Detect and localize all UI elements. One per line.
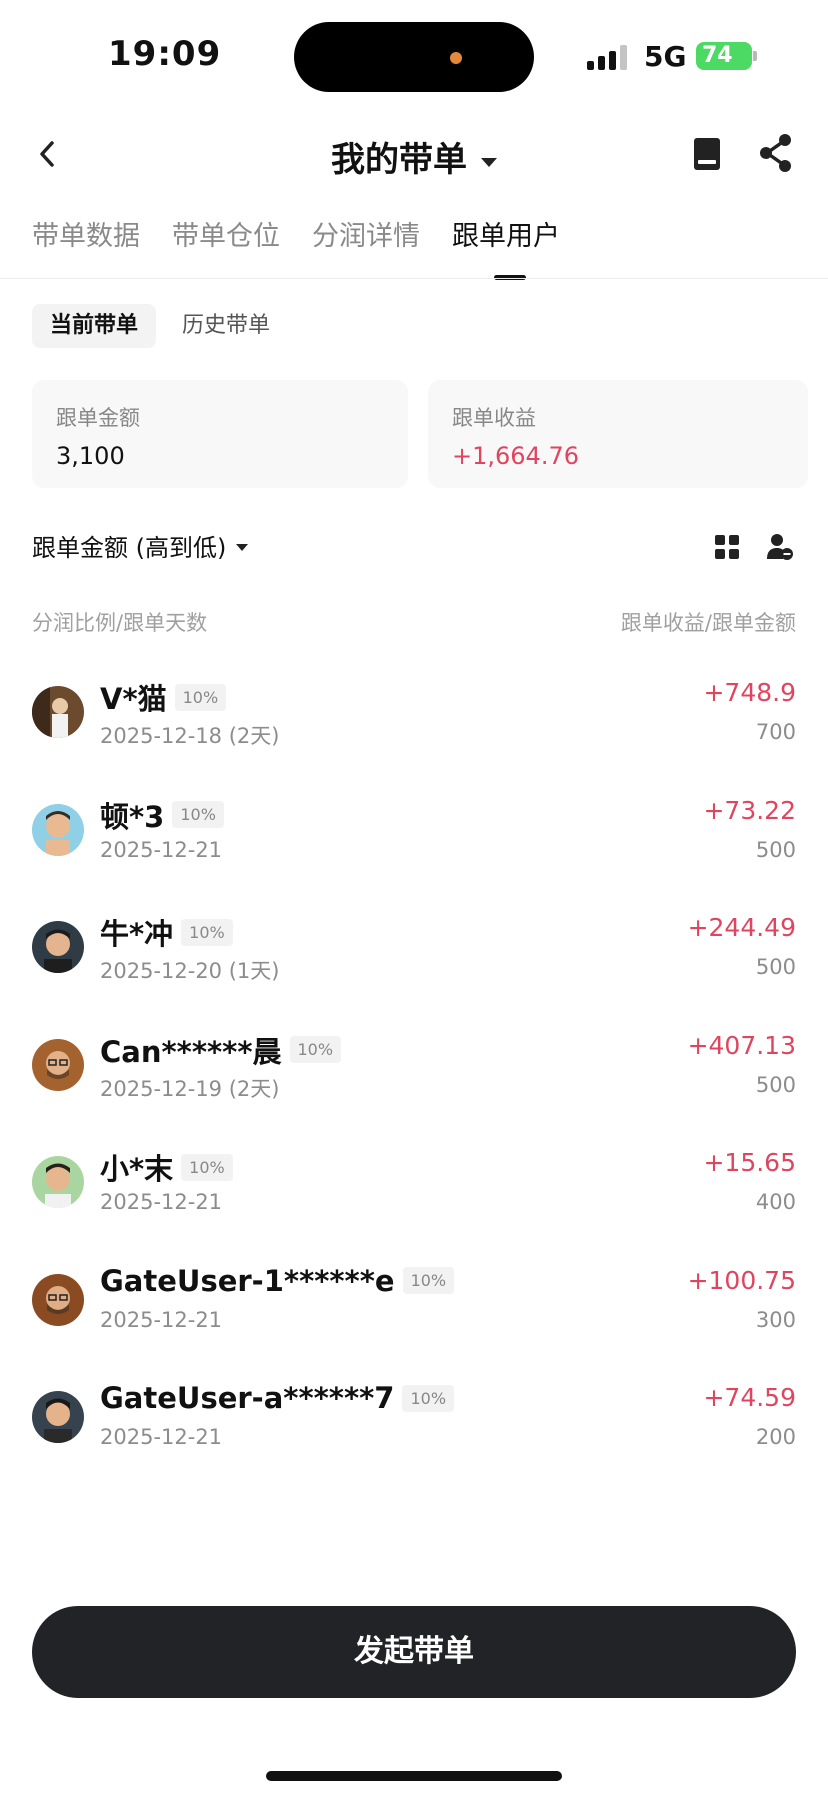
list-header-left: 分润比例/跟单天数 xyxy=(32,611,208,635)
profit-label: 跟单收益 xyxy=(452,406,536,430)
sort-label: 跟单金额 (高到低) xyxy=(32,534,227,562)
share-ratio-badge: 10% xyxy=(174,683,227,711)
tab-positions[interactable]: 带单仓位 xyxy=(172,210,280,270)
start-copy-trading-button[interactable]: 发起带单 xyxy=(32,1606,796,1698)
tab-label: 跟单用户 xyxy=(452,221,560,252)
grid-view-button[interactable] xyxy=(714,534,740,560)
follower-list: V*猫 10% 2025-12-18 (2天) +748.9 700 顿*3 10%… xyxy=(0,664,828,1487)
caret-down-icon xyxy=(481,158,497,167)
follow-date: 2025-12-20 (1天) xyxy=(100,959,280,983)
book-icon xyxy=(694,138,720,170)
follower-profit: +748.9 xyxy=(703,678,796,707)
profit-value: +1,664.76 xyxy=(452,442,579,470)
follow-date: 2025-12-21 xyxy=(100,1190,223,1214)
follow-date: 2025-12-19 (2天) xyxy=(100,1076,280,1101)
follower-amount: 500 xyxy=(755,837,796,862)
user-name: 牛*冲 xyxy=(100,917,174,951)
avatar xyxy=(32,1273,84,1326)
share-ratio-badge: 10% xyxy=(402,1267,455,1294)
user-name: GateUser-1******e xyxy=(100,1263,395,1298)
avatar xyxy=(32,1156,84,1208)
battery-level: 74 xyxy=(702,43,733,68)
share-button[interactable] xyxy=(756,132,796,174)
follower-amount: 500 xyxy=(755,955,796,979)
list-item[interactable]: 牛*冲 10% 2025-12-20 (1天) +244.49 500 xyxy=(0,899,828,1017)
share-ratio-badge: 10% xyxy=(181,1153,233,1181)
tab-followers[interactable]: 跟单用户 xyxy=(452,210,560,280)
follower-amount: 300 xyxy=(755,1307,796,1332)
subtab-bar: 当前带单 历史带单 xyxy=(32,304,296,348)
status-time: 19:09 xyxy=(108,34,222,74)
follower-profit: +73.22 xyxy=(703,795,796,825)
share-ratio-badge: 10% xyxy=(181,918,233,946)
book-button[interactable] xyxy=(690,134,726,174)
list-item[interactable]: 顿*3 10% 2025-12-21 +73.22 500 xyxy=(0,782,828,900)
subtab-current[interactable]: 当前带单 xyxy=(32,304,157,348)
avatar xyxy=(32,1038,84,1091)
follow-date: 2025-12-21 xyxy=(100,1307,223,1332)
signal-icon xyxy=(587,44,629,70)
grid-icon xyxy=(715,535,739,559)
follower-profit: +407.13 xyxy=(687,1030,796,1060)
user-name: V*猫 xyxy=(100,682,167,716)
list-item[interactable]: 小*末 10% 2025-12-21 +15.65 400 xyxy=(0,1134,828,1252)
follower-profit: +100.75 xyxy=(687,1265,796,1295)
list-item[interactable]: Can******晨 10% 2025-12-19 (2天) +407.13 50… xyxy=(0,1017,828,1135)
tab-copy-data[interactable]: 带单数据 xyxy=(32,210,140,270)
user-name: Can******晨 xyxy=(100,1034,282,1069)
user-name: 顿*3 xyxy=(100,799,165,834)
user-remove-icon xyxy=(767,534,793,560)
follow-date: 2025-12-21 xyxy=(100,1425,223,1449)
follow-date: 2025-12-21 xyxy=(100,837,223,862)
avatar xyxy=(32,803,84,856)
remove-user-button[interactable] xyxy=(766,532,794,562)
follower-profit: +74.59 xyxy=(703,1383,796,1412)
amount-value: 3,100 xyxy=(56,442,125,470)
follower-amount: 500 xyxy=(755,1072,796,1097)
nav-bar: 我的带单 xyxy=(0,120,828,192)
user-name: GateUser-a******7 xyxy=(100,1381,395,1415)
list-item[interactable]: GateUser-1******e 10% 2025-12-21 +100.75 … xyxy=(0,1252,828,1370)
share-ratio-badge: 10% xyxy=(289,1036,342,1063)
share-ratio-badge: 10% xyxy=(172,801,224,828)
summary-amount-card: 跟单金额 3,100 xyxy=(32,380,408,488)
tab-label: 分润详情 xyxy=(312,221,420,252)
follow-date: 2025-12-18 (2天) xyxy=(100,724,280,748)
tab-label: 带单数据 xyxy=(32,221,140,252)
sort-dropdown[interactable]: 跟单金额 (高到低) xyxy=(32,528,249,563)
list-header-right: 跟单收益/跟单金额 xyxy=(620,611,796,635)
share-ratio-badge: 10% xyxy=(402,1384,455,1412)
list-item[interactable]: V*猫 10% 2025-12-18 (2天) +748.9 700 xyxy=(0,664,828,782)
home-indicator xyxy=(266,1771,562,1781)
tab-profit-share[interactable]: 分润详情 xyxy=(312,210,420,270)
follower-profit: +244.49 xyxy=(687,913,796,942)
tab-bar: 带单数据 带单仓位 分润详情 跟单用户 xyxy=(32,210,592,280)
status-bar: 19:09 5G 74 xyxy=(0,0,828,110)
dynamic-island xyxy=(294,22,534,92)
avatar xyxy=(32,921,84,973)
avatar xyxy=(32,1391,84,1443)
battery-tip xyxy=(753,51,757,61)
network-label: 5G xyxy=(644,40,687,73)
divider xyxy=(0,278,828,279)
camera-dot xyxy=(450,52,462,64)
share-icon xyxy=(760,134,791,172)
amount-label: 跟单金额 xyxy=(56,406,140,430)
tab-label: 带单仓位 xyxy=(172,221,280,252)
follower-profit: +15.65 xyxy=(703,1148,796,1177)
summary-profit-card: 跟单收益 +1,664.76 xyxy=(428,380,808,488)
battery-icon: 74 xyxy=(696,42,752,70)
avatar xyxy=(32,686,84,738)
user-name: 小*末 xyxy=(100,1152,174,1186)
subtab-history[interactable]: 历史带单 xyxy=(164,304,288,348)
follower-amount: 700 xyxy=(755,720,796,744)
page-title: 我的带单 xyxy=(331,140,467,180)
follower-amount: 400 xyxy=(755,1190,796,1214)
follower-amount: 200 xyxy=(755,1425,796,1449)
list-item[interactable]: GateUser-a******7 10% 2025-12-21 +74.59 2… xyxy=(0,1369,828,1487)
caret-down-icon xyxy=(236,543,249,551)
